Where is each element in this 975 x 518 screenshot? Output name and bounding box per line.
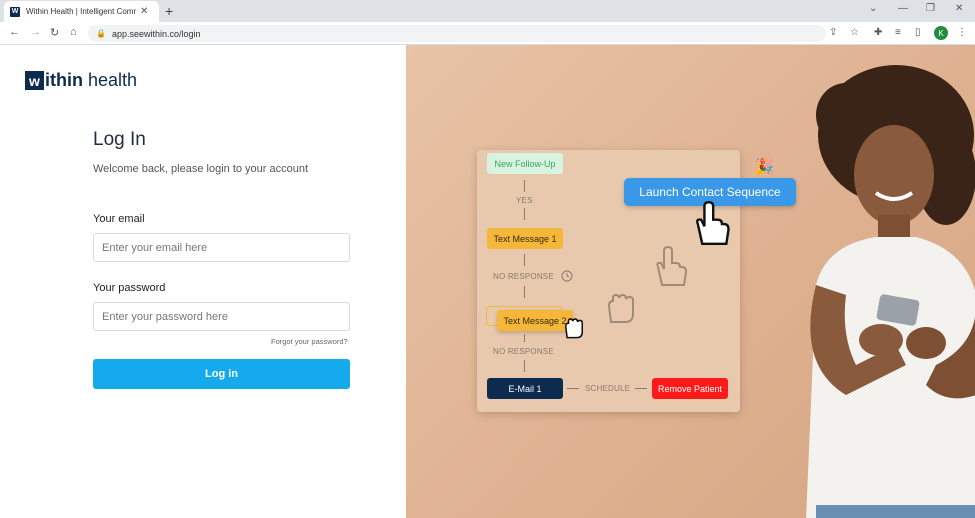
click-cursor-icon <box>696 200 730 246</box>
woman-with-phone-image <box>806 65 975 518</box>
restore-button[interactable]: ❐ <box>926 3 935 14</box>
lock-icon[interactable]: 🔒 <box>96 29 106 38</box>
tab-search-icon[interactable]: ⌄ <box>869 3 877 14</box>
remove-patient-node: Remove Patient <box>652 378 728 399</box>
schedule-label: SCHEDULE <box>585 384 631 393</box>
browser-tab-bar: W Within Health | Intelligent Comm ✕ + ⌄… <box>0 0 975 22</box>
minimize-button[interactable]: — <box>898 3 908 14</box>
clock-icon <box>561 270 573 282</box>
yes-label: YES <box>516 196 533 205</box>
connector-line <box>524 180 525 192</box>
email-label: Your email <box>93 213 145 225</box>
connector-line <box>524 360 525 372</box>
close-window-button[interactable]: ✕ <box>955 3 963 14</box>
tab-title: Within Health | Intelligent Comm <box>26 7 136 16</box>
back-icon[interactable]: ← <box>9 26 20 38</box>
connector-line <box>567 388 579 389</box>
home-icon[interactable]: ⌂ <box>70 26 77 38</box>
connector-line <box>635 388 647 389</box>
page-subtitle: Welcome back, please login to your accou… <box>93 163 309 175</box>
grab-hand-icon <box>607 293 634 323</box>
logo-mark: w <box>25 71 44 90</box>
menu-icon[interactable]: ⋮ <box>957 27 967 38</box>
connector-line <box>524 334 525 342</box>
login-panel: w ithin health Log In Welcome back, plea… <box>0 45 406 518</box>
no-response-label-1: NO RESPONSE <box>493 272 554 281</box>
email-field[interactable] <box>93 233 350 262</box>
address-bar[interactable]: 🔒 app.seewithin.co/login <box>88 25 826 42</box>
text-message-2-node: Text Message 2 <box>497 310 573 331</box>
connector-line <box>524 286 525 298</box>
connector-line <box>524 208 525 220</box>
reload-icon[interactable]: ↻ <box>50 26 59 39</box>
no-response-label-2: NO RESPONSE <box>493 347 554 356</box>
reading-list-icon[interactable]: ≡ <box>895 27 901 38</box>
password-label: Your password <box>93 282 166 294</box>
logo-word-within: ithin <box>45 70 83 90</box>
text-message-1-node: Text Message 1 <box>487 228 563 249</box>
browser-toolbar: ← → ↻ ⌂ 🔒 app.seewithin.co/login ⇪ ☆ ✚ ≡… <box>0 22 975 45</box>
tab-close-icon[interactable]: ✕ <box>140 6 148 17</box>
favicon-icon: W <box>10 6 20 17</box>
email-1-node: E-Mail 1 <box>487 378 563 399</box>
party-popper-icon: 🎉 <box>754 159 774 176</box>
login-button[interactable]: Log in <box>93 359 350 389</box>
extensions-icon[interactable]: ✚ <box>874 27 882 38</box>
page-title: Log In <box>93 129 146 150</box>
forgot-password-link[interactable]: Forgot your password? <box>271 337 348 346</box>
url-text: app.seewithin.co/login <box>111 28 201 39</box>
drag-cursor-icon <box>564 318 584 339</box>
connector-line <box>524 254 525 266</box>
hero-illustration: New Follow-Up YES Text Message 1 NO RESP… <box>406 45 975 518</box>
password-field[interactable] <box>93 302 350 331</box>
bookmark-star-icon[interactable]: ☆ <box>850 27 859 38</box>
logo-word-health: health <box>88 70 138 90</box>
new-tab-button[interactable]: + <box>165 3 173 19</box>
forward-icon[interactable]: → <box>30 26 41 38</box>
side-panel-icon[interactable]: ▯ <box>915 27 921 38</box>
share-icon[interactable]: ⇪ <box>829 27 837 38</box>
new-follow-up-node: New Follow-Up <box>487 153 563 174</box>
within-health-logo: w ithin health <box>25 70 137 91</box>
browser-tab[interactable]: W Within Health | Intelligent Comm ✕ <box>4 1 159 22</box>
pointer-hand-icon <box>656 245 688 286</box>
profile-avatar[interactable]: K <box>934 26 948 40</box>
